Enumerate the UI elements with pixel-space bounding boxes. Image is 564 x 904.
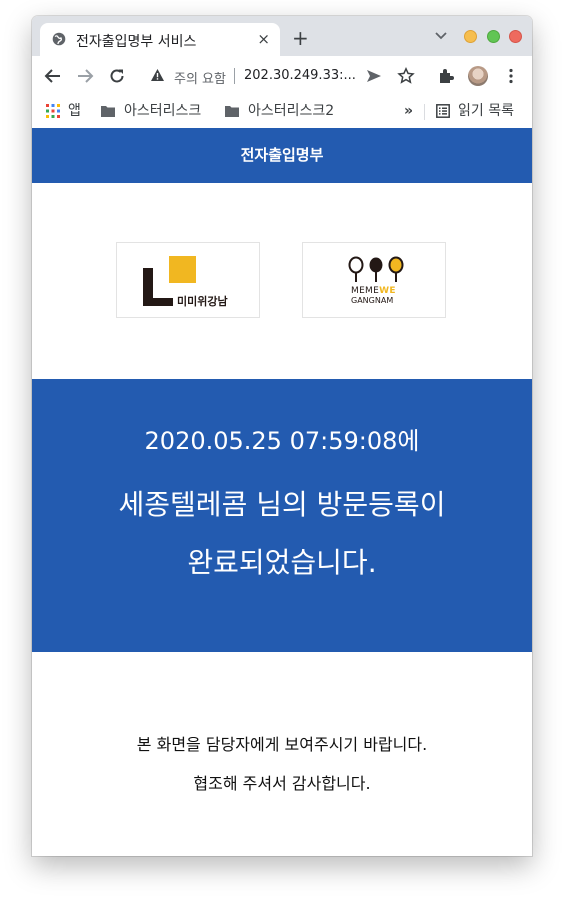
bookmarks-bar: 앱 아스터리스크 아스터리스크2 » 읽기 목록 [32, 96, 532, 129]
visit-timestamp: 2020.05.25 07:59:08에 [144, 427, 420, 455]
browser-tab[interactable]: 전자출입명부 서비스 × [40, 23, 280, 56]
bookmark-folder-asterisk[interactable]: 아스터리스크 [100, 100, 201, 122]
folder-icon [101, 106, 115, 117]
close-window-button[interactable] [509, 30, 522, 43]
notice-line1: 본 화면을 담당자에게 보여주시기 바랍니다. [136, 735, 428, 754]
bookmark-label: 아스터리스크2 [248, 103, 335, 119]
browser-toolbar: 주의 요함 202.30.249.33:... [32, 56, 532, 96]
maximize-window-button[interactable] [487, 30, 500, 43]
profile-avatar[interactable] [468, 66, 488, 86]
tab-strip: 전자출입명부 서비스 × + [32, 16, 532, 56]
forward-arrow-icon[interactable] [76, 67, 94, 85]
notice-line2: 협조해 주셔서 감사합니다. [193, 774, 371, 793]
tab-title: 전자출입명부 서비스 [76, 34, 197, 50]
folder-icon [225, 106, 239, 117]
warning-icon[interactable] [150, 68, 165, 82]
reading-list-label: 읽기 목록 [458, 103, 514, 119]
registration-message-line1: 세종텔레콤 님의 방문등록이 [118, 488, 446, 521]
logo-subtext: GANGNAM [351, 296, 394, 305]
mimiwe-gangnam-logo: 미미위강남 [116, 242, 260, 318]
registration-message-line2: 완료되었습니다. [187, 546, 377, 579]
more-menu-icon[interactable] [502, 67, 520, 85]
bookmark-label: 앱 [68, 103, 81, 119]
bookmark-star-icon[interactable] [397, 67, 415, 85]
bookmark-folder-asterisk2[interactable]: 아스터리스크2 [224, 100, 334, 122]
omnibox-divider [234, 68, 235, 84]
bookmarks-divider [424, 104, 425, 120]
page-title: 전자출입명부 [32, 128, 532, 183]
new-tab-button[interactable]: + [292, 28, 309, 48]
back-arrow-icon[interactable] [44, 67, 62, 85]
globe-icon [52, 32, 66, 46]
reading-list-button[interactable]: 읽기 목록 [436, 100, 514, 122]
memewe-gangnam-logo: MEMEWE GANGNAM [302, 242, 446, 318]
send-tab-icon[interactable] [365, 67, 383, 85]
extensions-puzzle-icon[interactable] [437, 67, 455, 85]
bookmark-label: 아스터리스크 [124, 103, 202, 119]
bookmarks-overflow-button[interactable]: » [404, 100, 413, 122]
minimize-window-button[interactable] [464, 30, 477, 43]
apps-grid-icon [46, 104, 60, 118]
url-text[interactable]: 202.30.249.33:... [244, 68, 356, 83]
page-content: 전자출입명부 미미위강남 MEMEWE GANGNAM 2020.05.25 0… [32, 128, 532, 856]
memewe-figures-icon [348, 256, 404, 282]
reload-icon[interactable] [108, 67, 126, 85]
bookmark-apps[interactable]: 앱 [46, 100, 81, 122]
registration-complete-banner: 2020.05.25 07:59:08에 세종텔레콤 님의 방문등록이 완료되었… [32, 379, 532, 652]
logo-text: MEMEWE [351, 286, 396, 296]
tab-search-chevron-icon[interactable] [434, 30, 448, 42]
logo-text: 미미위강남 [177, 295, 228, 308]
browser-window: 전자출입명부 서비스 × + 주의 요함 202.30.249.33:... 앱… [32, 16, 532, 856]
reading-list-icon [436, 104, 450, 118]
security-status-label[interactable]: 주의 요함 [174, 68, 226, 87]
tab-close-icon[interactable]: × [257, 30, 270, 48]
